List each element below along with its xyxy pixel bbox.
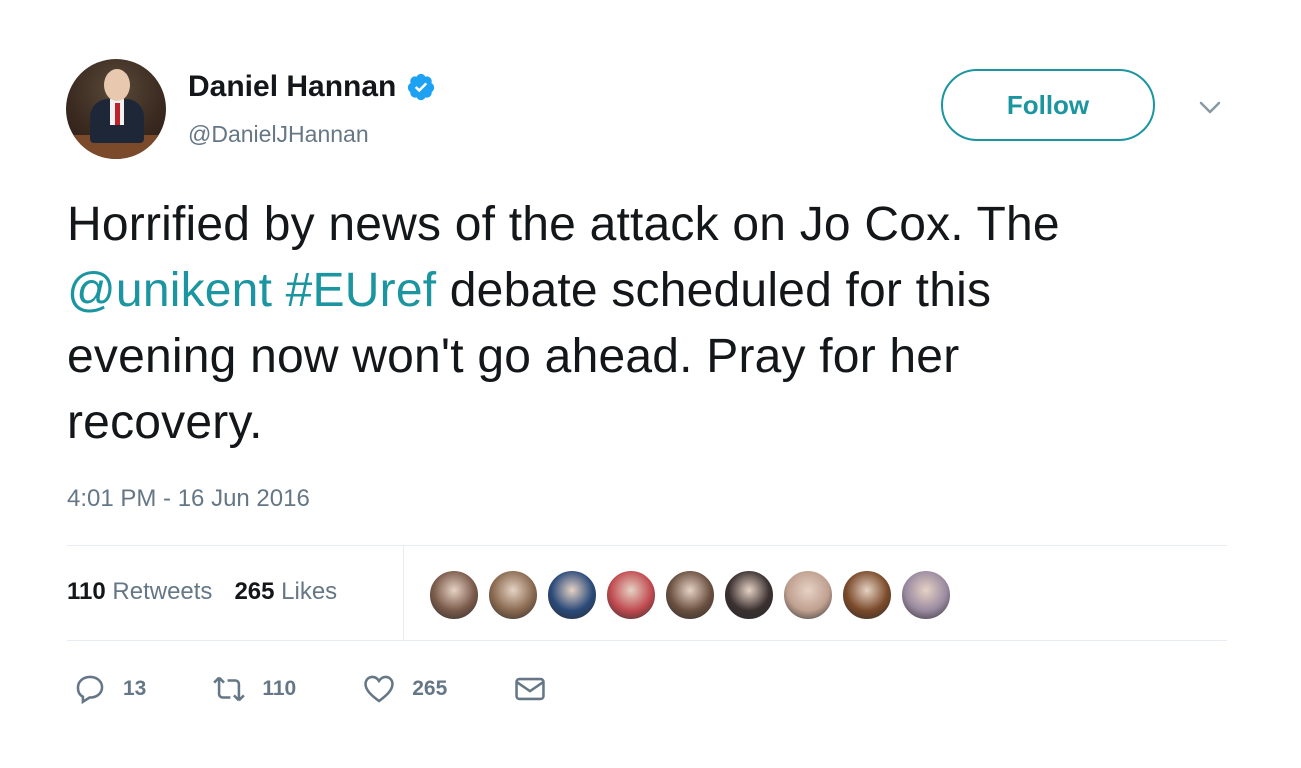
tweet-line: Horrified by news of the attack on Jo Co… [67,198,1060,251]
tweet-actions: 13 110 265 [73,672,613,706]
tweet-line-text: debate scheduled for this [436,264,992,317]
likes-count: 265 [234,578,275,605]
author-name[interactable]: Daniel Hannan [188,70,396,104]
liker-avatars [428,569,952,621]
follow-button[interactable]: Follow [941,69,1155,141]
retweets-count: 110 [67,578,106,605]
divider-top [67,545,1227,546]
author-handle[interactable]: @DanielJHannan [188,121,369,148]
like-count: 265 [412,677,448,700]
liker-avatar[interactable] [487,569,539,621]
tweet-text: Horrified by news of the attack on Jo Co… [67,192,1247,456]
liker-avatar[interactable] [841,569,893,621]
likes-label: Likes [281,578,338,605]
reply-count: 13 [123,677,147,700]
heart-icon [364,675,394,703]
liker-avatar[interactable] [664,569,716,621]
retweets-stat[interactable]: 110 Retweets [67,578,212,606]
liker-avatar[interactable] [428,569,480,621]
likes-stat[interactable]: 265 Likes [234,578,337,606]
author-name-row: Daniel Hannan [188,70,436,104]
direct-message-action[interactable] [513,672,547,706]
tweet-line: @unikent #EUref debate scheduled for thi… [67,258,1247,324]
tweet-line: recovery. [67,396,263,449]
envelope-icon [515,677,546,701]
retweet-action[interactable]: 110 [212,672,296,706]
author-avatar[interactable] [66,59,166,159]
engagement-stats: 110 Retweets 265 Likes [67,578,337,606]
reply-icon [76,675,104,705]
mention-link[interactable]: @unikent [67,264,272,317]
liker-avatar[interactable] [723,569,775,621]
hashtag-link[interactable]: #EUref [286,264,437,317]
retweet-count: 110 [262,677,297,700]
stats-divider [403,545,404,640]
reply-action[interactable]: 13 [73,672,146,706]
liker-avatar[interactable] [605,569,657,621]
verified-badge-icon [408,73,435,101]
tweet-line: evening now won't go ahead. Pray for her [67,330,960,383]
chevron-down-icon[interactable] [1198,100,1222,116]
liker-avatar[interactable] [900,569,952,621]
divider-bottom [67,640,1227,641]
retweets-label: Retweets [112,578,213,605]
tweet-timestamp[interactable]: 4:01 PM - 16 Jun 2016 [67,485,310,513]
retweet-icon [213,676,246,702]
liker-avatar[interactable] [782,569,834,621]
like-action[interactable]: 265 [362,672,447,706]
liker-avatar[interactable] [546,569,598,621]
